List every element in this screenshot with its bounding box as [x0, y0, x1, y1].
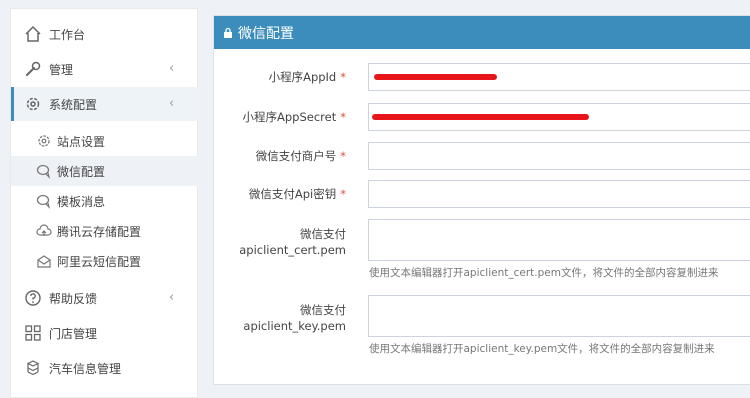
envelope-icon — [37, 255, 51, 268]
sidebar-subitem-template-message[interactable]: 模板消息 — [11, 186, 199, 216]
grid-icon — [25, 325, 41, 341]
cert-pem-textarea[interactable] — [368, 219, 750, 261]
sidebar-item-label: 门店管理 — [49, 326, 98, 341]
field-label: 小程序AppId * — [268, 70, 346, 84]
appid-input[interactable] — [368, 63, 750, 91]
form-row-key-pem: 微信支付 apiclient_key.pem 使用文本编辑器打开apiclien… — [214, 295, 750, 357]
sidebar-item-label: 管理 — [49, 62, 74, 77]
panel-title: 微信配置 — [238, 25, 294, 42]
cog-icon — [38, 135, 50, 147]
key-pem-textarea[interactable] — [368, 295, 750, 337]
sidebar-subitem-label: 微信配置 — [57, 164, 106, 179]
merchant-id-input[interactable] — [368, 142, 750, 170]
cubes-icon — [26, 360, 40, 376]
sidebar-subitem-label: 站点设置 — [57, 134, 106, 149]
lock-icon — [224, 27, 232, 38]
gear-icon — [26, 97, 40, 111]
sidebar-subitem-label: 模板消息 — [57, 194, 106, 209]
redaction-mark — [374, 74, 497, 80]
wechat-config-panel: 微信配置 小程序AppId * 小程序AppSecret * 微信支付商户号 * 微信… — [213, 15, 750, 385]
field-label: 微信支付Api密钥 * — [248, 187, 346, 201]
required-mark: * — [340, 110, 346, 124]
help-text: 使用文本编辑器打开apiclient_cert.pem文件，将文件的全部内容复制… — [369, 267, 719, 279]
chevron-left-icon: ‹ — [169, 96, 175, 111]
required-mark: * — [340, 70, 346, 84]
sidebar-item-manage[interactable]: 管理 ‹ — [11, 52, 199, 86]
sidebar-subitem-tencent-storage[interactable]: 腾讯云存储配置 — [11, 216, 199, 246]
sidebar-item-system-config[interactable]: 系统配置 ‹ — [11, 87, 199, 121]
sidebar-subitem-label: 阿里云短信配置 — [57, 254, 142, 269]
chevron-left-icon: ‹ — [169, 61, 175, 76]
redaction-mark — [372, 114, 589, 120]
sidebar-item-label: 帮助反馈 — [49, 291, 98, 306]
field-label: 小程序AppSecret * — [242, 110, 346, 124]
field-label: 微信支付 apiclient_cert.pem — [239, 227, 346, 257]
cloud-upload-icon — [36, 224, 52, 236]
sidebar-item-label: 工作台 — [49, 27, 86, 42]
home-icon — [25, 25, 41, 42]
form-row-appid: 小程序AppId * — [214, 63, 750, 91]
panel-header: 微信配置 — [214, 16, 750, 49]
chat-icon — [36, 194, 51, 209]
sidebar-item-help[interactable]: 帮助反馈 ‹ — [11, 281, 199, 315]
api-key-input[interactable] — [368, 180, 750, 208]
field-label: 微信支付商户号 * — [255, 149, 346, 163]
form-row-merchant-id: 微信支付商户号 * — [214, 142, 750, 170]
form-row-appsecret: 小程序AppSecret * — [214, 103, 750, 131]
chevron-left-icon: ‹ — [169, 290, 175, 305]
sidebar-subitem-label: 腾讯云存储配置 — [57, 224, 142, 239]
chat-icon — [36, 164, 51, 179]
sidebar-item-store-manage[interactable]: 门店管理 — [11, 316, 199, 350]
field-label: 微信支付 apiclient_key.pem — [243, 303, 346, 333]
sidebar-item-dashboard[interactable]: 工作台 — [11, 17, 199, 51]
help-text: 使用文本编辑器打开apiclient_key.pem文件，将文件的全部内容复制进… — [369, 343, 715, 355]
sidebar-subitem-wechat-config[interactable]: 微信配置 — [11, 156, 199, 186]
sidebar: 工作台 管理 ‹ 系统配置 ‹ 站点设置 微信配置 模板消息 腾讯云存储配置 阿… — [10, 8, 199, 398]
required-mark: * — [340, 149, 346, 163]
sidebar-item-label: 汽车信息管理 — [49, 361, 122, 376]
sidebar-item-label: 系统配置 — [49, 97, 98, 112]
wrench-icon — [26, 61, 41, 76]
form-row-api-key: 微信支付Api密钥 * — [214, 180, 750, 208]
sidebar-subitem-site-settings[interactable]: 站点设置 — [11, 126, 199, 156]
appsecret-input[interactable] — [368, 103, 750, 131]
question-icon — [25, 290, 41, 306]
sidebar-subitem-aliyun-sms[interactable]: 阿里云短信配置 — [11, 246, 199, 276]
form-row-cert-pem: 微信支付 apiclient_cert.pem 使用文本编辑器打开apiclie… — [214, 219, 750, 281]
panel-bottom-gap — [213, 386, 750, 398]
required-mark: * — [340, 187, 346, 201]
sidebar-item-car-info[interactable]: 汽车信息管理 — [11, 351, 199, 385]
